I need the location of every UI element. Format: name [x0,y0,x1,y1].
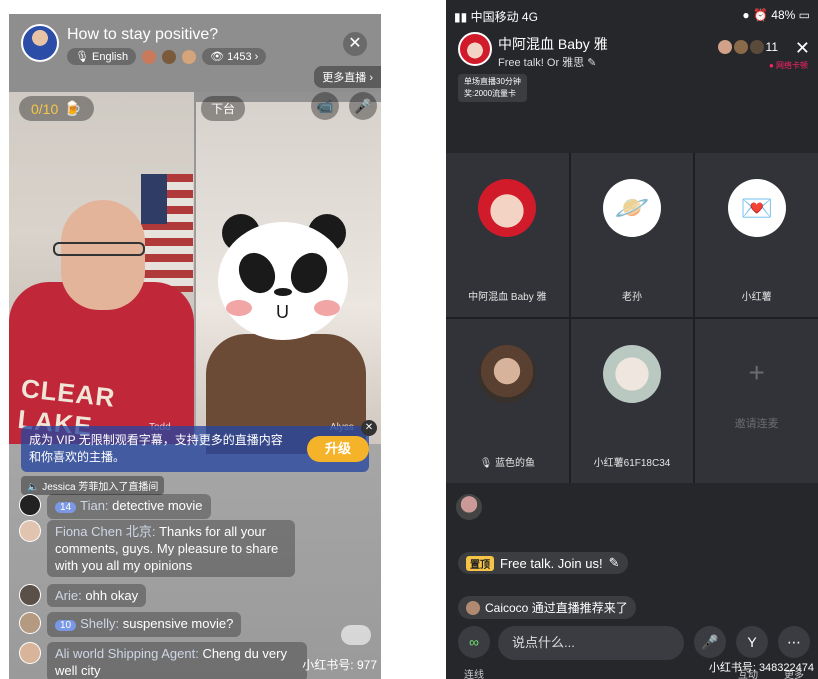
host-name: 中阿混血 Baby 雅 [498,36,608,52]
level-badge: 14 [55,502,77,513]
event-tag[interactable]: 单场直播30分钟 奖:2000流量卡 [458,74,527,102]
watermark: 小红书号: 348322474 [708,662,814,674]
status-bar: ▮▮ 中国移动 4G ● ⏰ 48% ▭ [446,0,818,28]
seat-grid: 中阿混血 Baby 雅 🪐 老孙 💌 小红薯 🎙 蓝色的鱼 小红薯61F18C3… [446,153,818,483]
viewer-avatar [717,40,732,54]
vip-text: 成为 VIP 无限制观看字幕，支持更多的直播内容和你喜欢的主播。 [29,433,283,464]
leave-stage-button[interactable]: 下台 [201,96,246,121]
host-avatar[interactable] [21,24,59,62]
seat-counter[interactable]: 0/10 🍺 [19,96,94,121]
upgrade-button[interactable]: 升级 [307,436,369,462]
host-video[interactable]: CLEAR LAKE Todd [9,92,194,444]
live-title: How to stay positive? [67,26,219,43]
seat[interactable]: 小红薯61F18C34 [570,319,694,483]
beer-icon: 🍺 [64,100,82,116]
close-icon[interactable]: ✕ [795,38,810,59]
link-icon[interactable]: ∞ [458,626,490,658]
pinned-tag: 置顶 [466,555,494,571]
avatar [602,345,661,403]
seat[interactable]: 🎙 蓝色的鱼 [446,319,569,483]
viewer-avatar [733,40,748,54]
viewer-count[interactable]: 11 [717,40,778,54]
alarm-icon: ● ⏰ [742,8,768,22]
seat[interactable]: 中阿混血 Baby 雅 [446,153,569,317]
left-live-screen: CLEAR LAKE Todd U Alyss How to stay posi… [9,14,381,679]
camera-icon[interactable]: 📹 [311,92,339,120]
chat-message: Ali world Shipping Agent: Cheng du very … [19,642,319,679]
close-icon[interactable]: ✕ [343,32,367,56]
room-subtitle[interactable]: Free talk! Or 雅思 ✎ [498,54,596,70]
battery-icon: ▭ [798,8,810,22]
signal-icon: ▮▮ [454,10,468,24]
interact-icon[interactable]: Y [736,626,768,658]
carrier: ▮▮ 中国移动 4G [454,10,538,24]
gift-icon[interactable] [341,625,371,645]
seat[interactable]: 🪐 老孙 [570,153,694,317]
battery: ● ⏰ 48% ▭ [742,8,810,22]
guest-video[interactable]: U Alyss [196,102,381,454]
viewer-avatar [142,49,157,64]
chat-message: Fiona Chen 北京: Thanks for all your comme… [19,520,319,577]
edit-icon: ✎ [608,555,620,570]
panda-mask: U [218,222,348,340]
level-badge: 10 [55,620,77,631]
viewer-count[interactable]: 👁 1453 › [202,48,267,65]
watermark: 小红书号: 977 [302,658,377,672]
chat-message: 14 Tian: detective movie [19,494,211,519]
avatar [466,600,480,615]
mic-off-icon: 🎙 [479,458,493,469]
recommend-notice: Caicoco 通过直播推荐来了 [458,596,636,619]
avatar[interactable] [19,494,41,516]
live-meta: 🎙 English 👁 1453 › [67,48,267,65]
avatar[interactable] [19,642,41,664]
more-live-button[interactable]: 更多直播 › [314,66,381,88]
planet-icon: 🪐 [602,179,661,237]
host-avatar[interactable] [458,32,492,66]
eye-icon: 👁 [210,51,225,63]
vip-banner[interactable]: 成为 VIP 无限制观看字幕，支持更多的直播内容和你喜欢的主播。 升级 ✕ [21,420,377,472]
close-banner-icon[interactable]: ✕ [361,420,377,436]
viewer-avatar [162,49,177,64]
chat-message: Arie: ohh okay [19,584,147,607]
viewer-avatar [182,49,197,64]
avatar[interactable] [19,584,41,606]
mic-button-icon[interactable]: 🎤 [349,92,377,120]
video-area: CLEAR LAKE Todd U Alyss [9,92,381,454]
avatar [478,179,537,237]
seat[interactable]: 💌 小红薯 [695,153,818,317]
pinned-message[interactable]: 置顶 Free talk. Join us! ✎ [458,552,628,574]
envelope-icon: 💌 [727,179,786,237]
viewer-avatar [749,40,764,54]
comment-input[interactable]: 说点什么... [498,626,684,660]
chat-message: 10 Shelly: suspensive movie? [19,612,242,637]
edit-icon: ✎ [587,57,597,69]
avatar [478,345,537,403]
invite-seat[interactable]: + 邀请连麦 [695,319,818,483]
speaker-icon: 🔈 [27,482,40,493]
right-live-screen: ▮▮ 中国移动 4G ● ⏰ 48% ▭ 中阿混血 Baby 雅 Free ta… [446,0,818,679]
plus-icon: + [748,357,765,388]
mic-icon[interactable]: 🎤 [694,626,726,658]
language-pill[interactable]: 🎙 English [67,48,137,65]
network-tag: ● 网络卡顿 [768,61,808,70]
avatar[interactable] [19,520,41,542]
more-icon[interactable]: ⋯ [778,626,810,658]
join-notice: 🔈 Jessica 芳菲加入了直播间 [21,476,165,495]
avatar[interactable] [456,494,482,520]
avatar[interactable] [19,612,41,634]
mic-icon: 🎙 [75,51,89,63]
